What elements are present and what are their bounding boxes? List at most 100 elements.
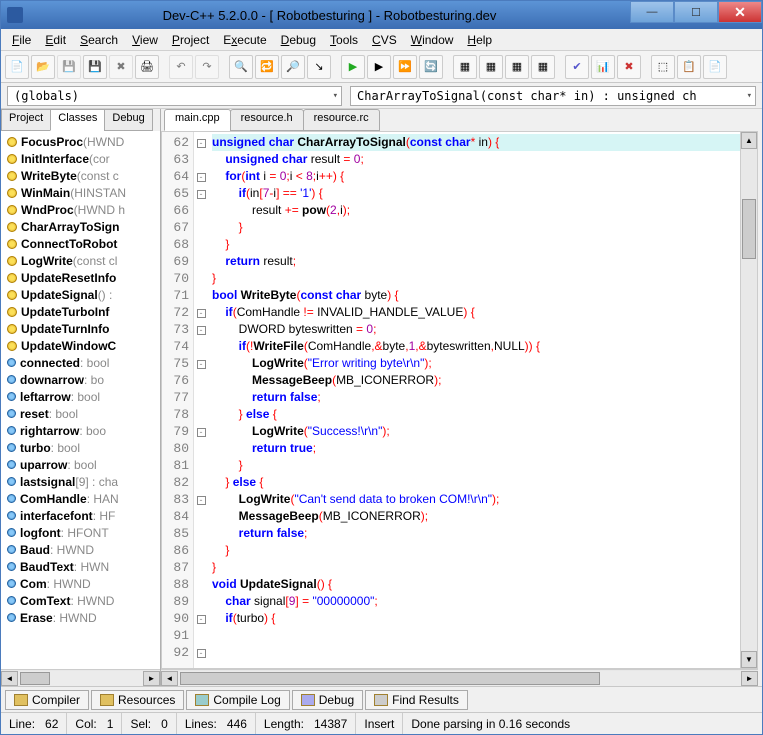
stop-icon[interactable]: ▦ <box>479 55 503 79</box>
class-item[interactable]: WriteByte(const c <box>7 167 160 184</box>
menu-edit[interactable]: Edit <box>38 31 73 49</box>
new-icon[interactable]: 📄 <box>5 55 29 79</box>
btab-compilelog[interactable]: Compile Log <box>186 690 289 710</box>
scroll-left-icon[interactable]: ◄ <box>161 671 178 686</box>
class-item[interactable]: WinMain(HINSTAN <box>7 184 160 201</box>
class-item[interactable]: uparrow : bool <box>7 456 160 473</box>
left-hscroll[interactable]: ◄ ► <box>1 669 160 686</box>
class-item[interactable]: BaudText : HWN <box>7 558 160 575</box>
debug-icon[interactable]: ▦ <box>453 55 477 79</box>
grid-icon[interactable]: ▦ <box>531 55 555 79</box>
scope-dropdown[interactable]: (globals) <box>7 86 342 106</box>
class-item[interactable]: LogWrite(const cl <box>7 252 160 269</box>
scroll-up-icon[interactable]: ▲ <box>741 132 757 149</box>
btab-resources[interactable]: Resources <box>91 690 184 710</box>
profile-icon[interactable]: 📊 <box>591 55 615 79</box>
class-item[interactable]: ConnectToRobot <box>7 235 160 252</box>
delete-icon[interactable]: ✖ <box>617 55 641 79</box>
close-icon[interactable]: ✖ <box>109 55 133 79</box>
save-icon[interactable]: 💾 <box>57 55 81 79</box>
newfile-icon[interactable]: 📄 <box>703 55 727 79</box>
class-item[interactable]: UpdateTurnInfo <box>7 320 160 337</box>
class-item[interactable]: UpdateTurboInf <box>7 303 160 320</box>
class-item[interactable]: InitInterface(cor <box>7 150 160 167</box>
class-item[interactable]: UpdateResetInfo <box>7 269 160 286</box>
left-hscroll-thumb[interactable] <box>20 672 50 685</box>
class-item[interactable]: FocusProc(HWND <box>7 133 160 150</box>
menu-help[interactable]: Help <box>460 31 499 49</box>
btab-debug[interactable]: Debug <box>292 690 363 710</box>
function-dropdown[interactable]: CharArrayToSignal(const char* in) : unsi… <box>350 86 756 106</box>
menu-search[interactable]: Search <box>73 31 125 49</box>
class-item[interactable]: reset : bool <box>7 405 160 422</box>
class-item[interactable]: lastsignal[9] : cha <box>7 473 160 490</box>
compilerun-icon[interactable]: ⏩ <box>393 55 417 79</box>
class-item[interactable]: Com : HWND <box>7 575 160 592</box>
class-item[interactable]: rightarrow : boo <box>7 422 160 439</box>
scroll-left-icon[interactable]: ◄ <box>1 671 18 686</box>
class-item[interactable]: WndProc(HWND h <box>7 201 160 218</box>
open-icon[interactable]: 📂 <box>31 55 55 79</box>
editor-vscroll[interactable]: ▲ ▼ <box>740 132 757 668</box>
class-item[interactable]: downarrow : bo <box>7 371 160 388</box>
replace-icon[interactable]: 🔁 <box>255 55 279 79</box>
filetab-main[interactable]: main.cpp <box>164 109 231 131</box>
editor-vscroll-thumb[interactable] <box>742 199 756 259</box>
class-item[interactable]: connected : bool <box>7 354 160 371</box>
findfiles-icon[interactable]: 🔎 <box>281 55 305 79</box>
tab-debug[interactable]: Debug <box>104 109 152 131</box>
scroll-right-icon[interactable]: ► <box>741 671 758 686</box>
function-icon <box>7 324 17 334</box>
menu-debug[interactable]: Debug <box>274 31 323 49</box>
code-view[interactable]: unsigned char CharArrayToSignal(const ch… <box>208 132 740 668</box>
close-button[interactable]: ✕ <box>718 1 762 23</box>
maximize-button[interactable]: ☐ <box>674 1 718 23</box>
run-icon[interactable]: ▶ <box>367 55 391 79</box>
menu-tools[interactable]: Tools <box>323 31 365 49</box>
undo-icon[interactable]: ↶ <box>169 55 193 79</box>
class-item[interactable]: UpdateWindowC <box>7 337 160 354</box>
fold-column[interactable]: ---------- <box>194 132 208 668</box>
editor-hscroll-thumb[interactable] <box>180 672 600 685</box>
class-item[interactable]: Erase : HWND <box>7 609 160 626</box>
rebuild-icon[interactable]: 🔄 <box>419 55 443 79</box>
class-item[interactable]: interfacefont : HF <box>7 507 160 524</box>
newwin-icon[interactable]: ⬚ <box>651 55 675 79</box>
scroll-down-icon[interactable]: ▼ <box>741 651 757 668</box>
class-item[interactable]: leftarrow : bool <box>7 388 160 405</box>
tab-project[interactable]: Project <box>1 109 51 131</box>
menu-window[interactable]: Window <box>404 31 461 49</box>
variable-icon <box>7 577 18 590</box>
class-item[interactable]: UpdateSignal() : <box>7 286 160 303</box>
check-icon[interactable]: ✔ <box>565 55 589 79</box>
step-icon[interactable]: ▦ <box>505 55 529 79</box>
class-item[interactable]: logfont : HFONT <box>7 524 160 541</box>
find-icon[interactable]: 🔍 <box>229 55 253 79</box>
filetab-resourcerc[interactable]: resource.rc <box>303 109 380 131</box>
print-icon[interactable]: 🖨 <box>135 55 159 79</box>
saveall-icon[interactable]: 💾 <box>83 55 107 79</box>
btab-compiler[interactable]: Compiler <box>5 690 89 710</box>
menu-cvs[interactable]: CVS <box>365 31 404 49</box>
class-item[interactable]: turbo : bool <box>7 439 160 456</box>
code-editor[interactable]: 62 63 64 65 66 67 68 69 70 71 72 73 74 7… <box>161 131 758 669</box>
class-item[interactable]: Baud : HWND <box>7 541 160 558</box>
menu-project[interactable]: Project <box>165 31 216 49</box>
class-item[interactable]: ComHandle : HAN <box>7 490 160 507</box>
btab-findresults[interactable]: Find Results <box>365 690 468 710</box>
minimize-button[interactable]: — <box>630 1 674 23</box>
compile-icon[interactable]: ▶ <box>341 55 365 79</box>
project-icon[interactable]: 📋 <box>677 55 701 79</box>
tab-classes[interactable]: Classes <box>50 109 105 131</box>
goto-icon[interactable]: ↘ <box>307 55 331 79</box>
editor-hscroll[interactable]: ◄ ► <box>161 669 758 686</box>
scroll-right-icon[interactable]: ► <box>143 671 160 686</box>
class-item[interactable]: ComText : HWND <box>7 592 160 609</box>
redo-icon[interactable]: ↷ <box>195 55 219 79</box>
menu-view[interactable]: View <box>125 31 165 49</box>
class-list[interactable]: FocusProc(HWNDInitInterface(corWriteByte… <box>1 131 160 669</box>
filetab-resourceh[interactable]: resource.h <box>230 109 304 131</box>
class-item[interactable]: CharArrayToSign <box>7 218 160 235</box>
menu-execute[interactable]: Execute <box>216 31 273 49</box>
menu-file[interactable]: File <box>5 31 38 49</box>
